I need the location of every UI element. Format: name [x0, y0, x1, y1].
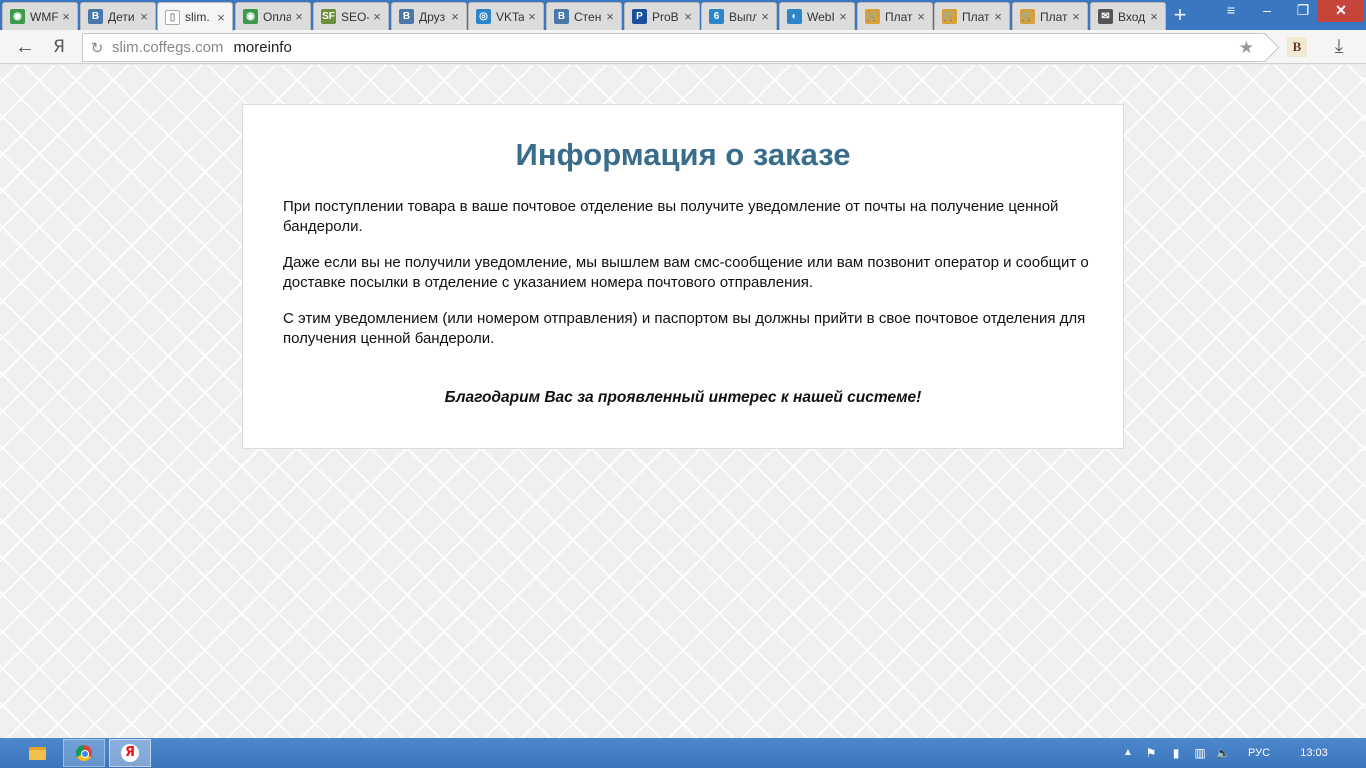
browser-tab[interactable]: ✉ Вход ×: [1090, 2, 1166, 30]
back-button[interactable]: ←: [14, 36, 36, 58]
mail-icon: ✉: [1098, 9, 1113, 24]
tab-title: Плат: [962, 9, 990, 24]
thanks-message: Благодарим Вас за проявленный интерес к …: [444, 389, 922, 406]
reload-icon[interactable]: ↻: [90, 39, 104, 57]
tab-close-icon[interactable]: ×: [835, 9, 851, 24]
p-icon: P: [632, 9, 647, 24]
bookmark-star-icon[interactable]: ★: [1239, 38, 1254, 58]
taskbar-chrome[interactable]: [63, 739, 105, 767]
info-paragraph: При поступлении товара в ваше почтовое о…: [283, 198, 1059, 235]
restore-button[interactable]: ❐: [1288, 0, 1318, 22]
target-icon: ◎: [476, 9, 491, 24]
url-path: moreinfo: [233, 39, 292, 56]
minimize-button[interactable]: ‒: [1252, 0, 1282, 22]
network-icon[interactable]: ▥: [1191, 743, 1209, 763]
cart-icon: 🛒: [1020, 9, 1035, 24]
windows-taskbar: Я ▲ ⚑ ▮ ▥ 🔈 РУС 13:03: [0, 738, 1366, 768]
cart-icon: 🛒: [865, 9, 880, 24]
page-icon: ▯: [165, 9, 180, 25]
action-center-flag-icon[interactable]: ⚑: [1142, 743, 1160, 763]
tab-close-icon[interactable]: ×: [1068, 9, 1084, 24]
cart-icon: 🛒: [942, 9, 957, 24]
yandex-browser-icon: Я: [121, 744, 139, 762]
tab-title: Опла: [263, 9, 291, 24]
tab-title: VKTa: [496, 9, 524, 24]
tab-close-icon[interactable]: ×: [369, 9, 385, 24]
browser-tab[interactable]: 🛒 Плат ×: [934, 2, 1010, 30]
extension-icon[interactable]: B: [1287, 37, 1307, 57]
volume-icon[interactable]: 🔈: [1214, 743, 1232, 763]
browser-tab[interactable]: ▯ slim. ×: [157, 2, 233, 31]
browser-tab[interactable]: ◉ Опла ×: [235, 2, 311, 30]
browser-tab[interactable]: ◎ VKTa ×: [468, 2, 544, 30]
download-icon[interactable]: ⤓: [1328, 36, 1350, 58]
vk-icon: B: [554, 9, 569, 24]
tab-title: SEO-: [341, 9, 369, 24]
tab-title: Друз: [419, 9, 446, 24]
url-domain: slim.coffegs.com: [112, 39, 224, 56]
info-paragraph: С этим уведомлением (или номером отправл…: [283, 310, 1086, 347]
tab-title: WMF: [30, 9, 58, 24]
browser-tab[interactable]: ◉ WMF ×: [2, 2, 78, 30]
tab-close-icon[interactable]: ×: [136, 9, 152, 24]
close-window-button[interactable]: ✕: [1318, 0, 1364, 22]
new-tab-button[interactable]: +: [1168, 3, 1192, 27]
tab-title: Дети: [108, 9, 135, 24]
tab-title: Плат: [1040, 9, 1068, 24]
browser-tab[interactable]: B Друз ×: [391, 2, 467, 30]
order-info-card: Информация о заказе При поступлении това…: [242, 104, 1124, 449]
tab-title: Выпл: [729, 9, 757, 24]
browser-tab[interactable]: 🛒 Плат ×: [857, 2, 933, 30]
browser-tab[interactable]: SF SEO- ×: [313, 2, 389, 30]
sf-icon: SF: [321, 9, 336, 24]
tab-close-icon[interactable]: ×: [58, 9, 74, 24]
browser-tab[interactable]: B Стен ×: [546, 2, 622, 30]
browser-tab[interactable]: B Дети ×: [80, 2, 156, 30]
address-bar[interactable]: ↻ slim.coffegs.com moreinfo ★: [82, 33, 1266, 62]
info-paragraph: Даже если вы не получили уведомление, мы…: [283, 254, 1089, 291]
tab-close-icon[interactable]: ×: [1146, 9, 1162, 24]
show-hidden-icons-icon[interactable]: ▲: [1121, 743, 1135, 763]
tab-close-icon[interactable]: ×: [213, 10, 229, 25]
tab-title: Вход: [1118, 9, 1146, 24]
green-globe-icon: ◉: [243, 9, 258, 24]
tab-close-icon[interactable]: ×: [913, 9, 929, 24]
tab-close-icon[interactable]: ×: [602, 9, 618, 24]
tab-title: WebI: [807, 9, 835, 24]
browser-tab[interactable]: 🛒 Плат ×: [1012, 2, 1088, 30]
taskbar-yandex-browser[interactable]: Я: [109, 739, 151, 767]
tab-close-icon[interactable]: ×: [291, 9, 307, 24]
browser-tab[interactable]: ◐ WebI ×: [779, 2, 855, 30]
page-title: Информация о заказе: [515, 137, 851, 172]
browser-tab[interactable]: 6 Выпл ×: [701, 2, 777, 30]
globe-icon: ◐: [787, 9, 802, 24]
language-indicator[interactable]: РУС: [1244, 743, 1274, 763]
tab-close-icon[interactable]: ×: [757, 9, 773, 24]
taskbar-explorer[interactable]: [16, 739, 58, 767]
tab-title: Стен: [574, 9, 602, 24]
browser-menu-button[interactable]: ≡: [1214, 0, 1248, 22]
tab-close-icon[interactable]: ×: [524, 9, 540, 24]
tab-title: ProB: [652, 9, 679, 24]
tab-close-icon[interactable]: ×: [447, 9, 463, 24]
page-viewport: Информация о заказе При поступлении това…: [0, 65, 1366, 738]
lock-icon: 6: [709, 9, 724, 24]
browser-toolbar: ← Я ↻ slim.coffegs.com moreinfo ★ B ⤓: [0, 30, 1366, 64]
green-globe-icon: ◉: [10, 9, 25, 24]
tab-close-icon[interactable]: ×: [680, 9, 696, 24]
clock[interactable]: 13:03: [1294, 743, 1334, 763]
browser-tab[interactable]: P ProB ×: [624, 2, 700, 30]
tab-title: slim.: [185, 10, 210, 24]
tab-title: Плат: [885, 9, 913, 24]
tab-close-icon[interactable]: ×: [990, 9, 1006, 24]
chrome-icon: [76, 745, 92, 761]
power-icon[interactable]: ▮: [1168, 743, 1184, 763]
vk-icon: B: [88, 9, 103, 24]
vk-icon: B: [399, 9, 414, 24]
yandex-home-button[interactable]: Я: [50, 36, 68, 58]
folder-icon: [28, 746, 46, 760]
